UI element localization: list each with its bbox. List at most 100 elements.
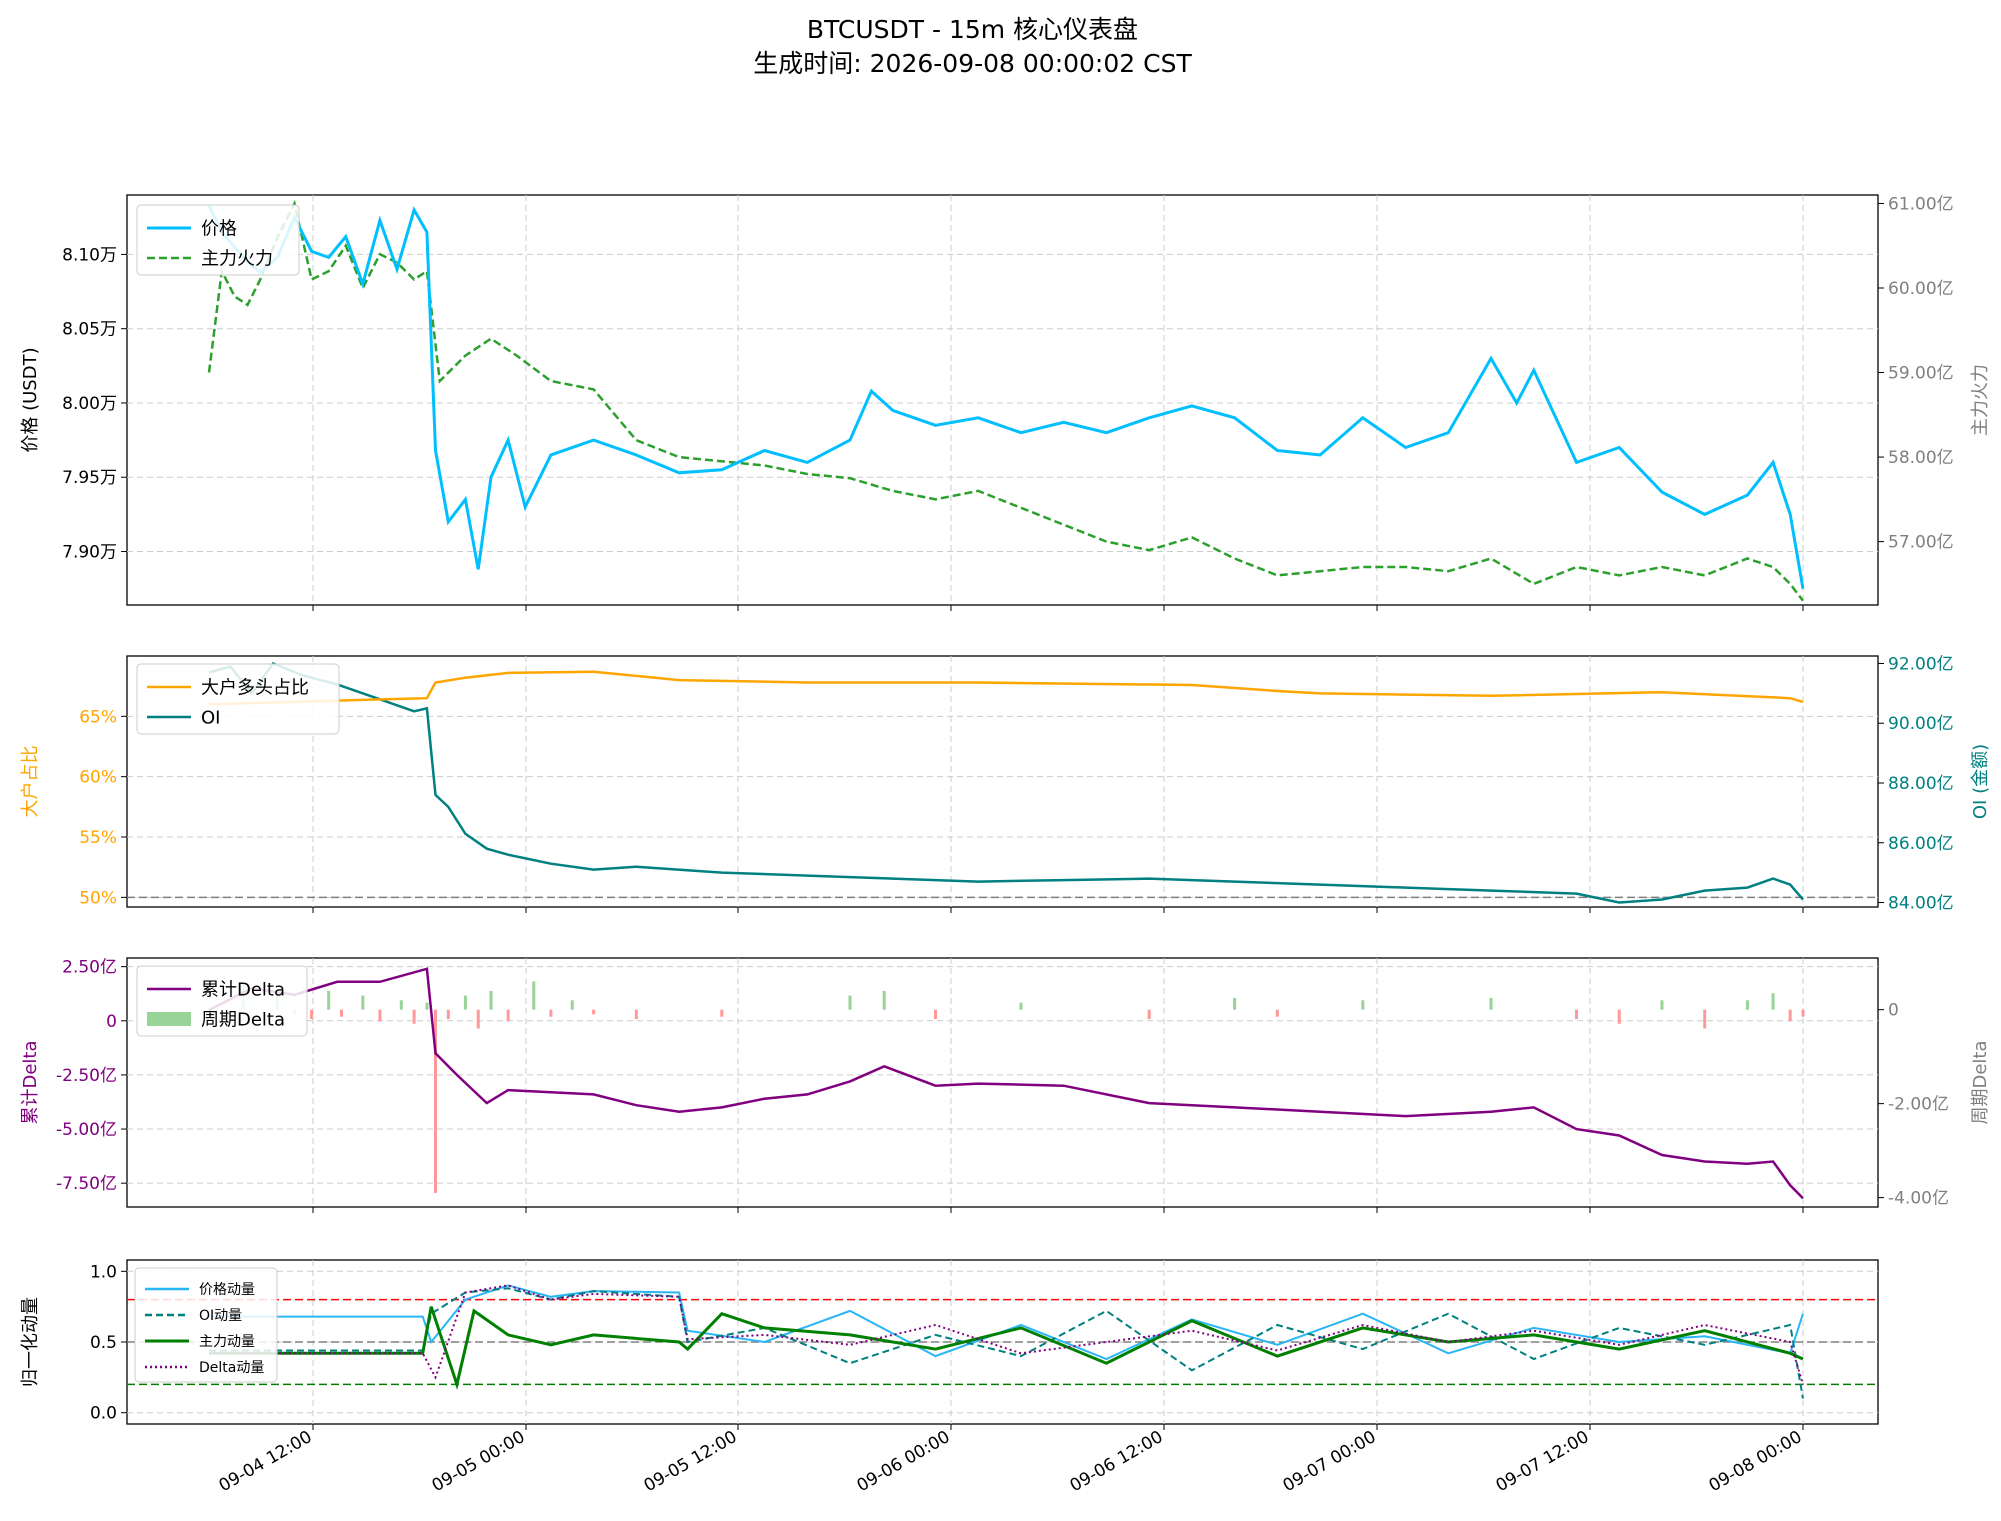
period-delta-bar	[1575, 1009, 1579, 1020]
y-tick-label: 7.95万	[62, 468, 117, 488]
x-tick-label: 09-05 12:00	[641, 1427, 741, 1496]
period-delta-bar	[412, 1009, 416, 1024]
legend-label: 主力动量	[199, 1334, 255, 1350]
period-delta-bar	[425, 1002, 429, 1010]
period-delta-bar	[1489, 997, 1493, 1010]
period-delta-bar	[592, 1009, 596, 1015]
y2-tick-label: 59.00亿	[1888, 364, 1954, 384]
y-tick-label: -7.50亿	[56, 1174, 117, 1194]
period-delta-bar	[1233, 997, 1237, 1010]
period-delta-bar	[1703, 1009, 1707, 1029]
dashboard-figure: 7.90万 7.95万 8.00万 8.05万 8.10万价格 (USDT) 57.00亿…	[20, 194, 1991, 1496]
y-tick-label: 8.00万	[62, 394, 117, 414]
legend-box	[136, 663, 340, 735]
y2-tick-label: 57.00亿	[1888, 533, 1954, 553]
panel-frame-3	[126, 957, 1879, 1208]
y2-tick-label: -4.00亿	[1888, 1189, 1949, 1209]
period-delta-bar	[1788, 1009, 1792, 1022]
legend-label: 累计Delta	[201, 979, 285, 1000]
y2-tick-label: 0	[1888, 1001, 1899, 1021]
y-tick-label: 0.0	[90, 1404, 117, 1424]
long-ratio-line	[208, 670, 1804, 706]
period-delta-bar	[549, 1009, 553, 1017]
y2-axis-label-1: 主力火力	[1970, 364, 1991, 436]
y2-axis-label-3: 周期Delta	[1970, 1040, 1991, 1124]
legend-label: Delta动量	[199, 1360, 264, 1376]
legend-label: 周期Delta	[201, 1009, 285, 1030]
y-axis-label-3: 累计Delta	[20, 1040, 41, 1124]
x-tick-label: 09-08 00:00	[1706, 1427, 1806, 1496]
period-delta-bar	[933, 1009, 937, 1020]
x-tick-label: 09-05 00:00	[429, 1427, 529, 1496]
x-tick-label: 09-04 12:00	[216, 1427, 316, 1496]
y2-axis-label-2: OI (金额)	[1970, 744, 1991, 819]
period-delta-bar	[476, 1009, 480, 1029]
y-axis-label-1: 价格 (USDT)	[20, 347, 41, 452]
y2-tick-label: 60.00亿	[1888, 279, 1954, 299]
legend-label: OI	[201, 707, 220, 728]
y2-tick-label: 90.00亿	[1888, 714, 1954, 734]
panel-frame-1	[126, 194, 1879, 606]
legend-label: 价格	[201, 218, 237, 239]
period-delta-bar	[1617, 1009, 1621, 1024]
y2-tick-label: 58.00亿	[1888, 448, 1954, 468]
y-axis-label-2: 大户占比	[20, 746, 41, 818]
y-axis-label-4: 归一化动量	[20, 1297, 41, 1387]
y-tick-label: 0.5	[90, 1333, 117, 1353]
period-delta-bar	[446, 1009, 450, 1020]
y-tick-label: 7.90万	[62, 543, 117, 563]
legend-label: 价格动量	[199, 1282, 255, 1298]
y2-tick-label: 88.00亿	[1888, 774, 1954, 794]
y2-tick-label: 92.00亿	[1888, 654, 1954, 674]
price-line	[207, 204, 1805, 589]
y2-tick-label: 84.00亿	[1888, 894, 1954, 914]
y-tick-label: 2.50亿	[62, 958, 117, 978]
y2-tick-label: 61.00亿	[1888, 194, 1954, 214]
y-tick-label: 50%	[79, 888, 117, 908]
period-delta-bar	[489, 990, 493, 1010]
x-tick-label: 09-06 12:00	[1067, 1427, 1167, 1496]
legend-label: OI动量	[199, 1308, 242, 1324]
y2-tick-label: -2.00亿	[1888, 1095, 1949, 1115]
legend-label: 主力火力	[201, 248, 273, 269]
period-delta-bar	[848, 995, 852, 1010]
y-tick-label: 8.05万	[62, 320, 117, 340]
period-delta-bar	[378, 1009, 382, 1022]
period-delta-bar	[532, 981, 536, 1010]
period-delta-bar	[361, 995, 365, 1010]
y-tick-label: 1.0	[90, 1262, 117, 1282]
legend-label: 大户多头占比	[201, 677, 309, 698]
y-tick-label: 8.10万	[62, 245, 117, 265]
x-tick-label: 09-07 12:00	[1493, 1427, 1593, 1496]
cumulative-delta-line	[208, 967, 1804, 1200]
period-delta-bar	[506, 1009, 510, 1022]
period-delta-bar	[310, 1009, 314, 1020]
period-delta-bar	[1801, 1009, 1805, 1017]
oi-momentum-line	[209, 1287, 1804, 1399]
period-delta-bar	[720, 1009, 724, 1017]
whale-fire-line	[207, 199, 1804, 602]
period-delta-bar	[570, 1000, 574, 1010]
legend-swatch	[147, 1012, 191, 1026]
period-delta-bar	[1147, 1009, 1151, 1020]
period-delta-bar	[1361, 1000, 1365, 1010]
oi-line	[208, 661, 1804, 904]
y2-tick-label: 86.00亿	[1888, 834, 1954, 854]
x-tick-label: 09-06 00:00	[854, 1427, 954, 1496]
x-tick-label: 09-07 00:00	[1280, 1427, 1380, 1496]
period-delta-bar	[339, 1009, 343, 1017]
y-tick-label: -5.00亿	[56, 1120, 117, 1140]
period-delta-bar	[882, 990, 886, 1010]
y-tick-label: 55%	[79, 828, 117, 848]
period-delta-bar	[327, 990, 331, 1010]
y-tick-label: 60%	[79, 768, 117, 788]
period-delta-bar	[399, 1000, 403, 1010]
period-delta-bar	[1771, 993, 1775, 1010]
y-tick-label: 65%	[79, 707, 117, 727]
whale-momentum-line	[209, 1306, 1804, 1390]
period-delta-bar	[634, 1009, 638, 1020]
y-tick-label: 0	[106, 1012, 117, 1032]
period-delta-bar	[1275, 1009, 1279, 1017]
period-delta-bar	[1660, 1000, 1664, 1010]
period-delta-bar	[463, 995, 467, 1010]
